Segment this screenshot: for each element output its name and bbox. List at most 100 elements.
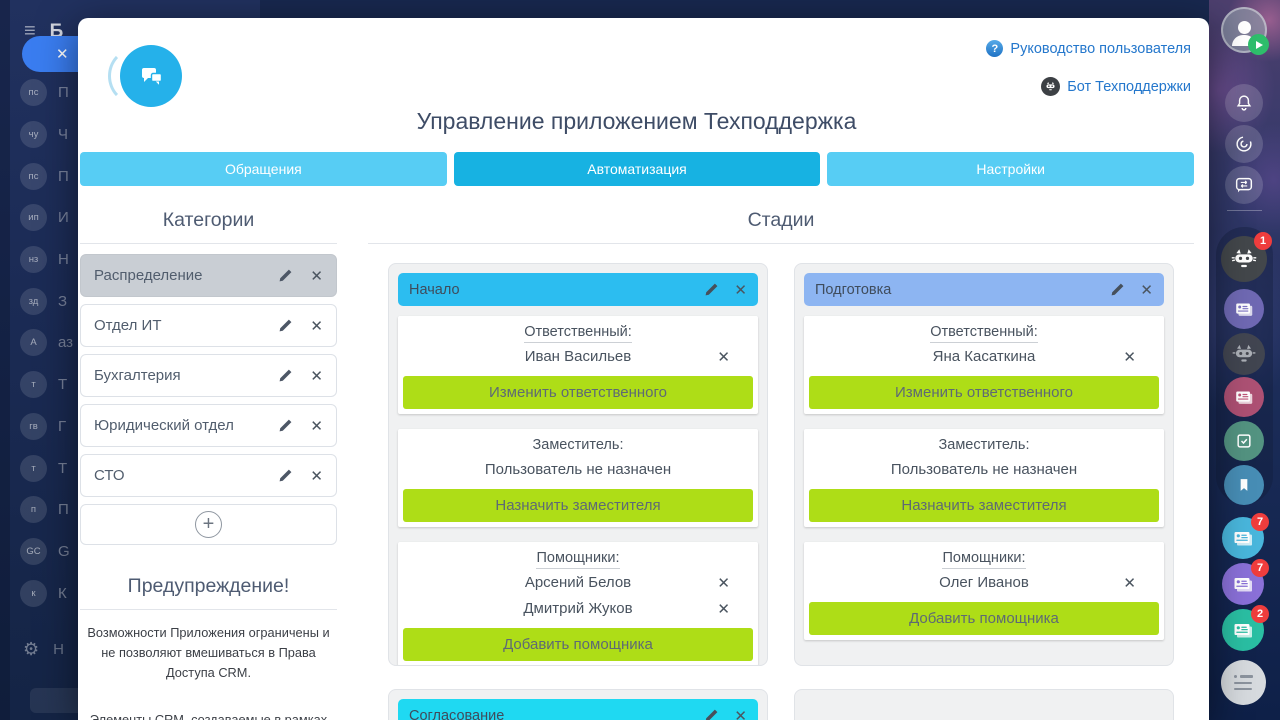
stage-card-nachalo: Начало ✕ Ответственный: Иван Васильев ✕ И…	[388, 263, 768, 666]
tab-requests[interactable]: Обращения	[80, 152, 447, 186]
sidebar-divider	[1227, 210, 1262, 211]
edit-icon[interactable]	[1110, 282, 1125, 297]
notification-badge: 2	[1251, 605, 1269, 623]
tab-bar: Обращения Автоматизация Настройки	[80, 152, 1195, 186]
pulse-button[interactable]	[1225, 125, 1263, 163]
warning-section: Предупреждение! Возможности Приложения о…	[80, 570, 337, 720]
plus-icon: +	[195, 511, 222, 538]
stages-header: Стадии	[368, 204, 1194, 244]
avatar: зд	[20, 287, 47, 315]
delete-icon[interactable]: ✕	[734, 281, 747, 299]
helpers-section: Помощники: Арсений Белов ✕ Дмитрий Жуков ✕…	[398, 542, 758, 665]
bot-icon	[1231, 249, 1257, 268]
tab-settings[interactable]: Настройки	[827, 152, 1195, 186]
remove-user-icon[interactable]: ✕	[1123, 344, 1136, 370]
user-guide-label: Руководство пользователя	[1010, 40, 1191, 57]
bot-button-dim[interactable]	[1223, 333, 1265, 375]
delete-icon[interactable]: ✕	[310, 267, 323, 285]
chat-transfer-icon	[1235, 177, 1253, 193]
crm-app-button-pink[interactable]	[1224, 377, 1264, 417]
support-bot-label: Бот Техподдержки	[1067, 78, 1191, 95]
assign-deputy-button[interactable]: Назначить заместителя	[403, 489, 753, 522]
add-helper-button[interactable]: Добавить помощника	[403, 628, 753, 661]
helpers-section: Помощники: Олег Иванов ✕ Добавить помощни…	[804, 542, 1164, 640]
notifications-button[interactable]	[1225, 84, 1263, 122]
change-responsible-button[interactable]: Изменить ответственного	[403, 376, 753, 409]
stages-panel: Стадии Начало ✕ Ответственный: Иван Васи…	[368, 204, 1194, 720]
crm-app-button-purple[interactable]: 7	[1222, 559, 1269, 605]
avatar: к	[20, 579, 47, 607]
delete-icon[interactable]: ✕	[734, 707, 747, 720]
remove-user-icon[interactable]: ✕	[717, 596, 730, 622]
play-icon	[1256, 40, 1263, 49]
bot-icon	[1041, 77, 1061, 96]
edit-icon[interactable]	[278, 318, 293, 333]
avatar: гв	[20, 412, 47, 440]
categories-header: Категории	[80, 204, 337, 244]
crm-app-button-cyan[interactable]: 7	[1222, 513, 1269, 559]
warning-paragraph: Возможности Приложения ограничены и не п…	[87, 625, 330, 680]
category-item-sto[interactable]: СТО ✕	[80, 454, 337, 497]
crm-app-button-teal[interactable]: 2	[1222, 605, 1269, 651]
stage-header: Начало ✕	[398, 273, 758, 306]
tasks-app-button[interactable]	[1224, 421, 1264, 461]
remove-user-icon[interactable]: ✕	[1123, 570, 1136, 596]
avatar: ип	[20, 204, 47, 232]
avatar: п	[20, 496, 47, 524]
remove-user-icon[interactable]: ✕	[717, 570, 730, 596]
stage-card-podgotovka: Подготовка ✕ Ответственный: Яна Касаткин…	[794, 263, 1174, 666]
add-helper-button[interactable]: Добавить помощника	[809, 602, 1159, 635]
category-item-otdel-it[interactable]: Отдел ИТ ✕	[80, 304, 337, 347]
stage-card-empty	[794, 689, 1174, 720]
video-status-badge	[1248, 34, 1269, 55]
edit-icon[interactable]	[704, 282, 719, 297]
deputy-section: Заместитель: Пользователь не назначен На…	[398, 429, 758, 527]
avatar: А	[20, 329, 47, 357]
avatar: GC	[20, 537, 47, 565]
pulse-spiral-icon	[1236, 136, 1252, 152]
change-responsible-button[interactable]: Изменить ответственного	[809, 376, 1159, 409]
add-category-button[interactable]: +	[80, 504, 337, 545]
category-item-buhgalteria[interactable]: Бухгалтерия ✕	[80, 354, 337, 397]
edit-icon[interactable]	[278, 468, 293, 483]
edit-icon[interactable]	[704, 708, 719, 720]
warning-paragraph: Элементы CRM, создаваемые в рамках работ…	[89, 711, 328, 720]
delete-icon[interactable]: ✕	[310, 367, 323, 385]
menu-lines-icon	[1234, 675, 1253, 690]
support-bot-link[interactable]: Бот Техподдержки	[986, 77, 1191, 96]
stage-header: Согласование ✕	[398, 699, 758, 720]
category-item-yuridicheskiy[interactable]: Юридический отдел ✕	[80, 404, 337, 447]
contact-card-icon	[1236, 391, 1253, 404]
bookmark-app-button[interactable]	[1224, 465, 1264, 505]
user-guide-link[interactable]: ? Руководство пользователя	[986, 40, 1191, 57]
edit-icon[interactable]	[278, 268, 293, 283]
contact-card-icon	[1236, 303, 1253, 316]
remove-user-icon[interactable]: ✕	[717, 344, 730, 370]
right-sidebar: 1 7 7 2	[1209, 0, 1280, 720]
tab-automation[interactable]: Автоматизация	[453, 152, 821, 186]
edit-icon[interactable]	[278, 368, 293, 383]
gear-icon: ⚙	[23, 638, 40, 660]
delete-icon[interactable]: ✕	[310, 467, 323, 485]
warning-header: Предупреждение!	[80, 570, 337, 610]
support-bot-button[interactable]: 1	[1221, 232, 1272, 282]
menu-button[interactable]	[1221, 660, 1266, 705]
notification-badge: 7	[1251, 559, 1269, 577]
edit-icon[interactable]	[278, 418, 293, 433]
chat-transfer-button[interactable]	[1225, 166, 1263, 204]
category-item-raspredelenie[interactable]: Распределение ✕	[80, 254, 337, 297]
avatar: т	[20, 454, 47, 482]
page-title: Управление приложением Техподдержка	[416, 108, 857, 134]
delete-icon[interactable]: ✕	[310, 417, 323, 435]
bookmark-icon	[1240, 479, 1248, 491]
checkbox-icon	[1237, 434, 1251, 448]
user-avatar[interactable]	[1221, 7, 1269, 55]
delete-icon[interactable]: ✕	[1140, 281, 1153, 299]
contact-card-icon	[1234, 532, 1252, 546]
deputy-section: Заместитель: Пользователь не назначен На…	[804, 429, 1164, 527]
crm-app-button-purple-light[interactable]	[1224, 289, 1264, 329]
avatar: чу	[20, 121, 47, 149]
assign-deputy-button[interactable]: Назначить заместителя	[809, 489, 1159, 522]
bot-icon	[1232, 344, 1256, 362]
delete-icon[interactable]: ✕	[310, 317, 323, 335]
